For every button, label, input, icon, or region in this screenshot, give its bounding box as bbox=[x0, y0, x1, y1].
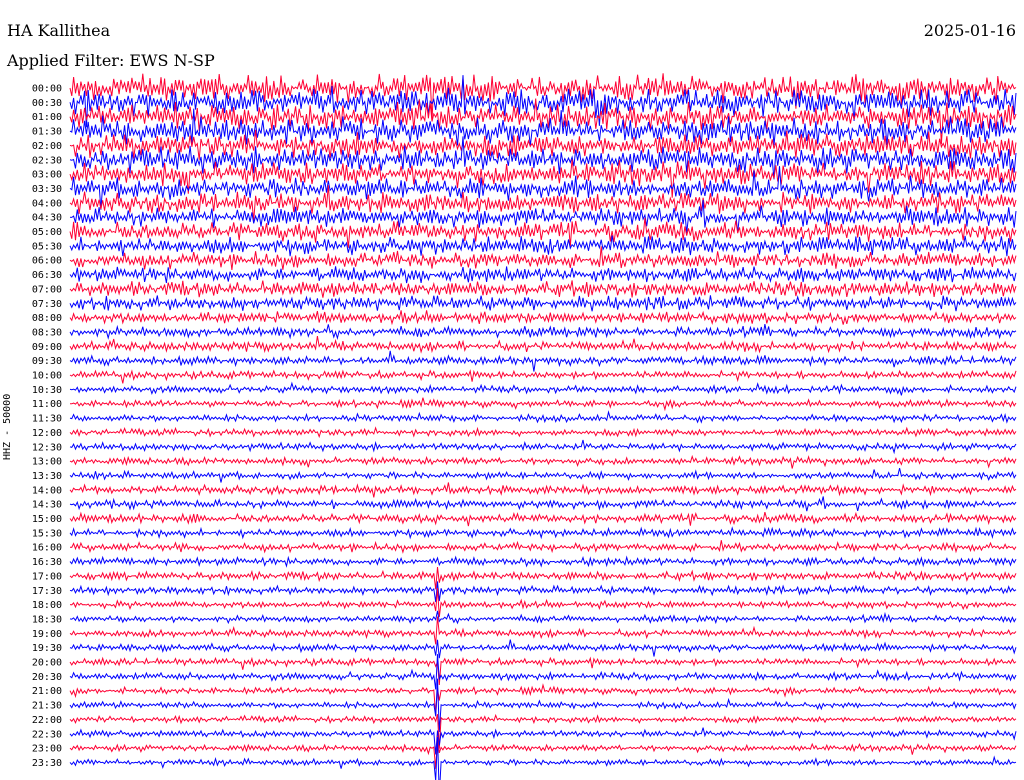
trace-row-0900 bbox=[69, 336, 1017, 354]
row-label-2330: 23:30 bbox=[32, 758, 62, 769]
trace-row-2100 bbox=[69, 683, 1017, 716]
row-label-1630: 16:30 bbox=[32, 557, 62, 568]
trace-row-1400 bbox=[69, 482, 1017, 498]
row-label-1430: 14:30 bbox=[32, 500, 62, 511]
trace-row-0730 bbox=[69, 295, 1017, 312]
row-label-0600: 06:00 bbox=[32, 256, 62, 267]
trace-row-1900 bbox=[69, 616, 1017, 645]
trace-row-1930 bbox=[69, 639, 1017, 659]
row-label-0930: 09:30 bbox=[32, 356, 62, 367]
trace-row-1100 bbox=[69, 397, 1017, 412]
trace-row-1830 bbox=[69, 610, 1017, 625]
row-label-1930: 19:30 bbox=[32, 643, 62, 654]
trace-row-1530 bbox=[69, 526, 1017, 540]
trace-row-2000 bbox=[69, 656, 1017, 686]
trace-row-1000 bbox=[69, 369, 1017, 384]
trace-row-0430 bbox=[69, 199, 1017, 234]
trace-row-1300 bbox=[69, 454, 1017, 469]
row-label-0830: 08:30 bbox=[32, 327, 62, 338]
row-label-1330: 13:30 bbox=[32, 471, 62, 482]
trace-row-0800 bbox=[69, 310, 1017, 326]
row-label-1030: 10:30 bbox=[32, 385, 62, 396]
row-label-0100: 01:00 bbox=[32, 112, 62, 123]
trace-row-0300 bbox=[69, 159, 1017, 198]
row-label-0300: 03:00 bbox=[32, 170, 62, 181]
row-label-0900: 09:00 bbox=[32, 342, 62, 353]
trace-row-1500 bbox=[69, 511, 1017, 527]
trace-row-1700 bbox=[69, 567, 1017, 590]
row-label-0500: 05:00 bbox=[32, 227, 62, 238]
row-label-1000: 10:00 bbox=[32, 371, 62, 382]
trace-row-1430 bbox=[69, 496, 1017, 512]
trace-row-1730 bbox=[69, 581, 1017, 603]
row-label-0130: 01:30 bbox=[32, 127, 62, 138]
filter-label: Applied Filter: EWS N-SP bbox=[7, 51, 215, 70]
row-label-2100: 21:00 bbox=[32, 686, 62, 697]
row-label-1300: 13:00 bbox=[32, 457, 62, 468]
trace-row-0600 bbox=[69, 246, 1017, 271]
trace-row-0700 bbox=[69, 280, 1017, 298]
trace-row-1030 bbox=[69, 381, 1017, 396]
row-label-1730: 17:30 bbox=[32, 586, 62, 597]
row-label-1800: 18:00 bbox=[32, 600, 62, 611]
trace-row-2300 bbox=[69, 735, 1017, 770]
row-label-0000: 00:00 bbox=[32, 84, 62, 95]
row-label-0700: 07:00 bbox=[32, 284, 62, 295]
row-label-0630: 06:30 bbox=[32, 270, 62, 281]
row-label-0400: 04:00 bbox=[32, 198, 62, 209]
trace-row-0530 bbox=[69, 235, 1017, 257]
row-label-2030: 20:30 bbox=[32, 672, 62, 683]
trace-row-1230 bbox=[69, 439, 1017, 455]
trace-row-1330 bbox=[69, 467, 1017, 483]
row-label-0530: 05:30 bbox=[32, 241, 62, 252]
trace-row-1600 bbox=[69, 540, 1017, 554]
station-title: HA Kallithea bbox=[7, 21, 111, 40]
row-label-1900: 19:00 bbox=[32, 629, 62, 640]
row-label-1530: 15:30 bbox=[32, 528, 62, 539]
trace-row-2230 bbox=[69, 727, 1017, 755]
row-label-0200: 02:00 bbox=[32, 141, 62, 152]
row-label-1100: 11:00 bbox=[32, 399, 62, 410]
trace-row-2330 bbox=[69, 736, 1017, 780]
row-label-1700: 17:00 bbox=[32, 571, 62, 582]
trace-row-0100 bbox=[69, 98, 1017, 145]
row-label-0800: 08:00 bbox=[32, 313, 62, 324]
trace-row-1130 bbox=[69, 410, 1017, 424]
row-label-0430: 04:30 bbox=[32, 213, 62, 224]
channel-label: HHZ - 50000 bbox=[2, 393, 13, 460]
row-label-0730: 07:30 bbox=[32, 299, 62, 310]
row-label-2230: 22:30 bbox=[32, 729, 62, 740]
row-label-2200: 22:00 bbox=[32, 715, 62, 726]
row-label-1230: 12:30 bbox=[32, 442, 62, 453]
date-label: 2025-01-16 bbox=[923, 21, 1016, 40]
trace-row-0930 bbox=[69, 350, 1017, 372]
row-label-2300: 23:00 bbox=[32, 744, 62, 755]
row-label-1400: 14:00 bbox=[32, 485, 62, 496]
trace-row-1800 bbox=[69, 588, 1017, 618]
row-label-1830: 18:30 bbox=[32, 614, 62, 625]
row-label-0030: 00:30 bbox=[32, 98, 62, 109]
trace-row-0630 bbox=[69, 266, 1017, 284]
trace-row-1630 bbox=[69, 555, 1017, 568]
row-label-1200: 12:00 bbox=[32, 428, 62, 439]
trace-row-1200 bbox=[69, 426, 1017, 439]
row-label-2130: 21:30 bbox=[32, 701, 62, 712]
row-label-1500: 15:00 bbox=[32, 514, 62, 525]
row-label-0330: 03:30 bbox=[32, 184, 62, 195]
row-label-0230: 02:30 bbox=[32, 155, 62, 166]
row-label-1130: 11:30 bbox=[32, 414, 62, 425]
helicorder-plot: 00:00 00:30 01:00 01:30 02:00 02:30 03:00 03:30… bbox=[32, 73, 1017, 780]
row-label-2000: 20:00 bbox=[32, 658, 62, 669]
row-label-1600: 16:00 bbox=[32, 543, 62, 554]
trace-row-0830 bbox=[69, 324, 1017, 341]
